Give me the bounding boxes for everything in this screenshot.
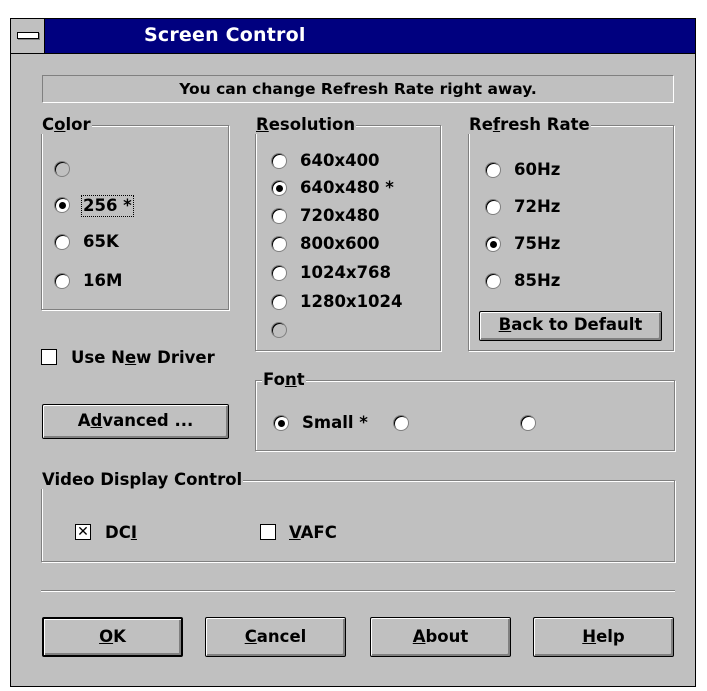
use-new-driver-checkbox[interactable] [41, 349, 57, 365]
advanced-button[interactable]: Advanced ... [42, 404, 229, 439]
color-label-65k: 65K [83, 232, 119, 251]
resolution-label-720x480: 720x480 [300, 206, 380, 225]
resolution-label-1280x1024: 1280x1024 [300, 292, 403, 311]
help-button[interactable]: Help [533, 617, 674, 657]
system-menu-button[interactable] [11, 19, 45, 53]
resolution-label-640x400: 640x400 [300, 151, 380, 170]
resolution-group-label: Resolution [255, 115, 357, 134]
color-radio-65k[interactable] [54, 234, 70, 250]
refresh-radio-75hz[interactable] [485, 236, 501, 252]
screen-control-dialog: Screen Control You can change Refresh Ra… [10, 18, 696, 687]
resolution-radio-800x600[interactable] [271, 236, 287, 252]
font-label-small: Small * [302, 413, 368, 432]
cancel-button[interactable]: Cancel [205, 617, 346, 657]
dci-label: DCI [105, 523, 137, 542]
color-radio-256[interactable] [54, 197, 70, 213]
font-group-label: Font [262, 370, 306, 389]
refresh-label-72hz: 72Hz [514, 197, 561, 216]
resolution-label-1024x768: 1024x768 [300, 263, 392, 282]
title-bar[interactable]: Screen Control [11, 19, 695, 54]
resolution-radio-blank[interactable] [271, 322, 287, 338]
window-title: Screen Control [144, 24, 306, 46]
color-label-16m: 16M [83, 271, 123, 290]
refresh-label-60hz: 60Hz [514, 160, 561, 179]
status-message: You can change Refresh Rate right away. [42, 75, 674, 103]
resolution-radio-640x480[interactable] [271, 180, 287, 196]
vafc-label: VAFC [289, 523, 337, 542]
font-radio-small[interactable] [273, 415, 289, 431]
font-radio-3[interactable] [520, 415, 536, 431]
system-menu-icon [17, 32, 39, 39]
refresh-label-85hz: 85Hz [514, 271, 561, 290]
about-button[interactable]: About [370, 617, 511, 657]
color-group-label: Color [41, 115, 92, 134]
color-radio-16m[interactable] [54, 273, 70, 289]
refresh-rate-group-label: Refresh Rate [468, 115, 591, 134]
color-radio-blank[interactable] [54, 161, 70, 177]
refresh-radio-60hz[interactable] [485, 162, 501, 178]
refresh-label-75hz: 75Hz [514, 234, 561, 253]
resolution-radio-640x400[interactable] [271, 153, 287, 169]
ok-button[interactable]: OK [42, 617, 183, 657]
refresh-radio-72hz[interactable] [485, 199, 501, 215]
bottom-separator [41, 590, 675, 592]
video-display-control-group [41, 480, 675, 562]
refresh-radio-85hz[interactable] [485, 273, 501, 289]
video-display-control-label: Video Display Control [41, 470, 244, 489]
use-new-driver-label: Use New Driver [71, 348, 215, 367]
resolution-radio-720x480[interactable] [271, 208, 287, 224]
resolution-label-640x480: 640x480 * [300, 178, 394, 197]
font-radio-2[interactable] [393, 415, 409, 431]
dci-checkbox[interactable]: ✕ [75, 524, 91, 540]
resolution-radio-1024x768[interactable] [271, 265, 287, 281]
resolution-radio-1280x1024[interactable] [271, 294, 287, 310]
resolution-label-800x600: 800x600 [300, 234, 380, 253]
vafc-checkbox[interactable] [260, 524, 276, 540]
color-label-256: 256 * [81, 195, 134, 217]
back-to-default-button[interactable]: Back to Default [479, 311, 662, 341]
